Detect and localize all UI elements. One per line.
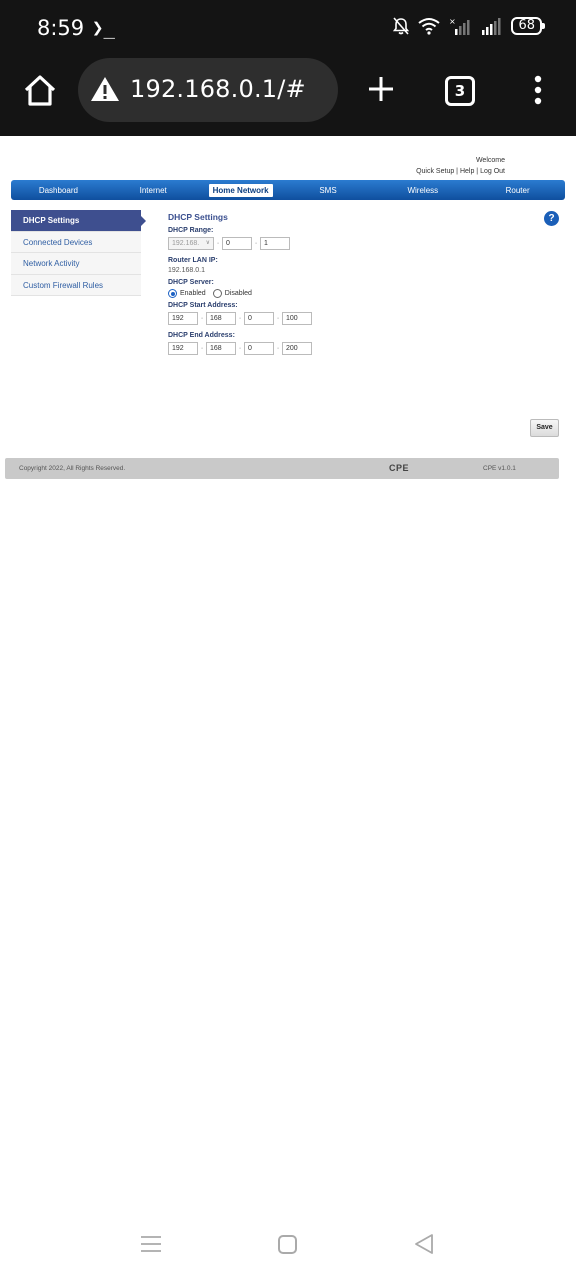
ip-dot: · (254, 239, 258, 247)
dhcp-end-octet3-input[interactable]: 0 (244, 341, 274, 355)
status-icons: × 68 (393, 17, 545, 35)
log-out-link[interactable]: Log Out (480, 168, 505, 175)
ip-dot: · (276, 314, 280, 322)
dhcp-range-octet3-input[interactable]: 0 (222, 236, 252, 250)
ip-dot: · (276, 344, 280, 352)
dhcp-range-prefix-select[interactable]: 192.168. (168, 236, 214, 250)
dhcp-end-octet2-input[interactable]: 168 (206, 341, 236, 355)
nav-sms[interactable]: SMS (281, 184, 376, 197)
sidebar: DHCP Settings Connected Devices Network … (11, 210, 146, 296)
dhcp-end-octet1-input[interactable]: 192 (168, 341, 198, 355)
warning-icon[interactable] (90, 75, 120, 103)
welcome-text: Welcome (475, 157, 505, 164)
dhcp-end-label: DHCP End Address: (168, 332, 235, 339)
dhcp-start-octet4-input[interactable]: 100 (282, 311, 312, 325)
dhcp-range-label: DHCP Range: (168, 227, 214, 234)
dhcp-start-octet1-input[interactable]: 192 (168, 311, 198, 325)
panel-title: DHCP Settings (168, 212, 228, 222)
nav-router[interactable]: Router (470, 184, 565, 197)
sidebar-item-dhcp-settings[interactable]: DHCP Settings (11, 210, 146, 232)
sidebar-item-custom-firewall-rules[interactable]: Custom Firewall Rules (11, 274, 141, 296)
main-nav: Dashboard Internet Home Network SMS Wire… (11, 180, 565, 200)
footer-copyright: Copyright 2022, All Rights Reserved. (19, 465, 126, 472)
nav-home-network[interactable]: Home Network (208, 183, 273, 197)
save-button[interactable]: Save (530, 419, 559, 437)
plus-icon[interactable] (366, 74, 396, 104)
ip-dot: · (216, 239, 220, 247)
nav-dashboard[interactable]: Dashboard (11, 184, 106, 197)
status-bar: 8:59 ❯_ × 68 (0, 0, 576, 56)
ip-dot: · (238, 344, 242, 352)
dhcp-disabled-radio[interactable] (212, 289, 222, 298)
status-time: 8:59 (37, 16, 85, 40)
footer-version: CPE v1.0.1 (483, 465, 516, 472)
dhcp-disabled-label: Disabled (224, 290, 252, 297)
dhcp-end-octet4-input[interactable]: 200 (282, 341, 312, 355)
dhcp-range-octet4-input[interactable]: 1 (260, 236, 290, 250)
dhcp-enabled-radio[interactable] (168, 289, 177, 298)
system-nav-bar (0, 1210, 576, 1280)
footer-brand: CPE (389, 463, 410, 473)
recent-apps-icon[interactable] (141, 1235, 161, 1253)
dhcp-start-row: 192 · 168 · 0 · 100 (168, 311, 558, 325)
dhcp-start-label: DHCP Start Address: (168, 302, 238, 309)
dhcp-settings-panel: DHCP Settings DHCP Range: 192.168. · 0 ·… (168, 212, 558, 362)
dhcp-range-row: 192.168. · 0 · 1 (168, 236, 558, 250)
dhcp-start-octet2-input[interactable]: 168 (206, 311, 236, 325)
ip-dot: · (200, 344, 204, 352)
router-lan-ip-value: 192.168.0.1 (168, 267, 205, 274)
address-bar[interactable]: 192.168.0.1/# (78, 58, 338, 122)
dhcp-start-octet3-input[interactable]: 0 (244, 311, 274, 325)
url-text[interactable]: 192.168.0.1/# (130, 75, 306, 103)
terminal-icon: ❯_ (92, 17, 115, 39)
dhcp-enabled-label: Enabled (180, 290, 206, 297)
top-links: Quick Setup | Help | Log Out (416, 168, 505, 175)
dhcp-end-row: 192 · 168 · 0 · 200 (168, 341, 558, 355)
help-icon[interactable]: ? (544, 211, 559, 226)
home-icon[interactable] (20, 71, 60, 111)
quick-setup-link[interactable]: Quick Setup (416, 168, 454, 175)
nav-internet[interactable]: Internet (106, 184, 201, 197)
browser-toolbar: 192.168.0.1/# 3 (0, 56, 576, 136)
ip-dot: · (200, 314, 204, 322)
battery-icon: 68 (511, 17, 545, 35)
dhcp-server-radios: Enabled Disabled (168, 288, 558, 299)
router-page: Welcome Quick Setup | Help | Log Out Das… (0, 136, 576, 496)
sidebar-item-network-activity[interactable]: Network Activity (11, 253, 141, 275)
bell-off-icon (393, 17, 410, 35)
tabs-icon[interactable]: 3 (445, 76, 475, 106)
signal-icon: × (449, 17, 470, 35)
svg-text:×: × (449, 17, 456, 26)
help-link[interactable]: Help (460, 168, 474, 175)
system-home-icon[interactable] (278, 1235, 297, 1254)
signal-icon-2 (482, 18, 501, 35)
page-footer: Copyright 2022, All Rights Reserved. CPE… (5, 458, 559, 479)
sidebar-item-connected-devices[interactable]: Connected Devices (11, 231, 141, 253)
nav-wireless[interactable]: Wireless (375, 184, 470, 197)
router-lan-ip-label: Router LAN IP: (168, 257, 218, 264)
back-icon[interactable] (413, 1233, 435, 1255)
menu-icon[interactable] (528, 74, 548, 106)
wifi-icon (418, 18, 441, 35)
ip-dot: · (238, 314, 242, 322)
dhcp-server-label: DHCP Server: (168, 279, 214, 286)
